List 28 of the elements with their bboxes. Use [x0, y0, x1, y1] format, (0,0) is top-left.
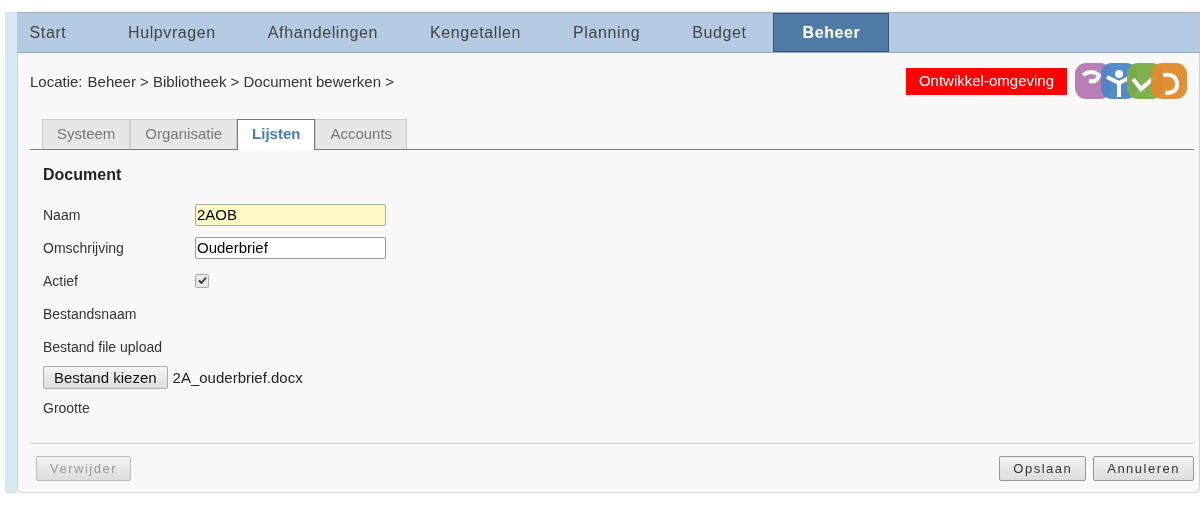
file-name: 2A_ouderbrief.docx — [172, 368, 303, 386]
field-label: Naam — [43, 206, 82, 223]
checkbox[interactable] — [195, 273, 209, 288]
field-label: Actief — [43, 272, 79, 289]
breadcrumb-path: Beheer > Bibliotheek > Document bewerken > — [87, 72, 394, 90]
tab[interactable]: Accounts — [315, 119, 408, 149]
nav-tab[interactable]: Kengetallen — [404, 13, 547, 52]
breadcrumb-label: Locatie: — [30, 72, 83, 90]
field-label: Bestandsnaam — [43, 305, 138, 322]
tab[interactable]: Organisatie — [130, 119, 238, 149]
environment-badge: Ontwikkel-omgeving — [905, 67, 1067, 95]
tab[interactable]: Lijsten — [237, 119, 316, 150]
choose-file-button[interactable]: Bestand kiezen — [43, 365, 168, 389]
section-title: Document — [43, 166, 123, 184]
action-button[interactable]: Opslaan — [999, 456, 1087, 481]
action-button[interactable]: Annuleren — [1093, 456, 1194, 481]
nav-tab[interactable]: Start — [23, 13, 73, 52]
nav-tab[interactable]: Afhandelingen — [242, 13, 403, 52]
text-field[interactable]: 2AOB — [195, 203, 386, 226]
nav-tab[interactable]: Hulpvragen — [103, 13, 241, 52]
nav-tab[interactable]: Beheer — [773, 13, 890, 52]
nav-tab[interactable]: Budget — [667, 13, 772, 52]
field-label: Omschrijving — [43, 239, 125, 256]
text-field[interactable]: Ouderbrief — [195, 236, 386, 259]
field-label: Grootte — [43, 399, 91, 416]
field-label: Bestand file upload — [43, 338, 164, 355]
nav-tab[interactable]: Planning — [548, 13, 666, 52]
tab[interactable]: Systeem — [42, 119, 131, 149]
